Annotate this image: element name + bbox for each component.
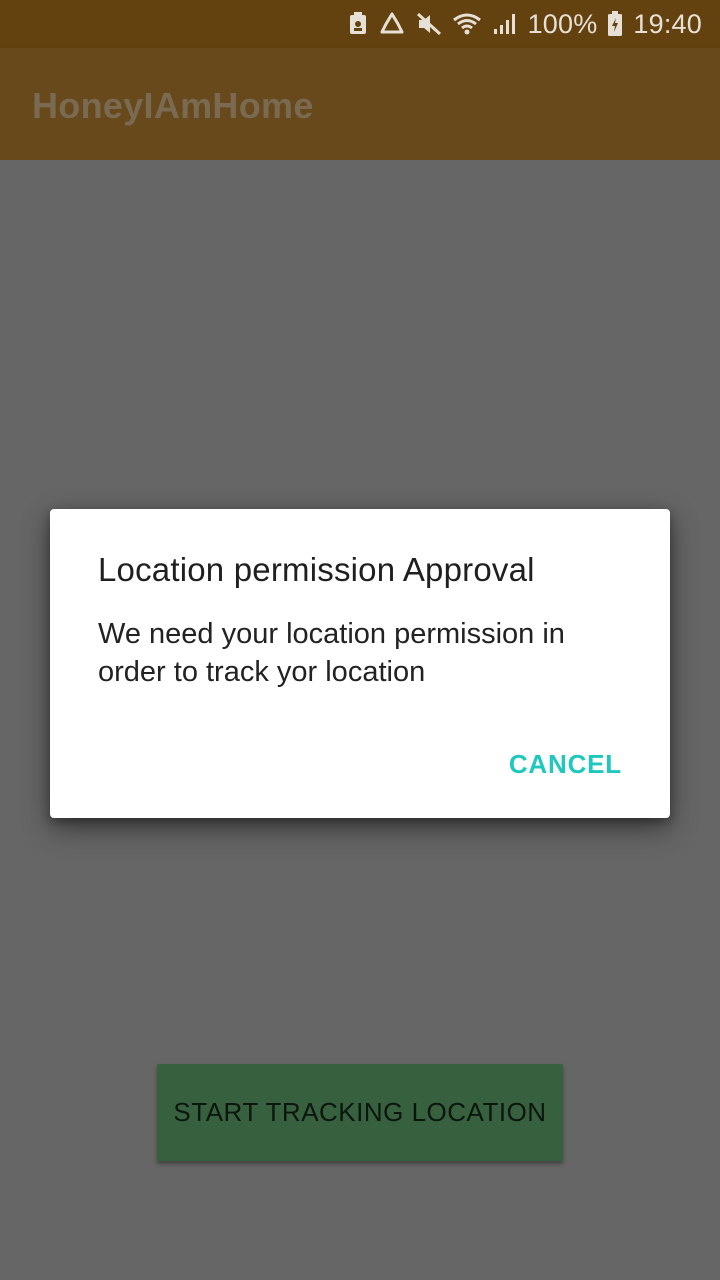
start-tracking-button[interactable]: START TRACKING LOCATION (157, 1064, 563, 1161)
mute-icon (416, 10, 442, 38)
wifi-icon (452, 10, 482, 38)
dialog-title: Location permission Approval (98, 551, 535, 588)
clock: 19:40 (633, 8, 702, 39)
permission-dialog: Location permission Approval We need you… (50, 509, 670, 818)
android-debug-icon (348, 10, 368, 38)
app-bar: HoneyIAmHome (0, 48, 720, 160)
status-icons: 100% 19:40 (348, 0, 702, 48)
cancel-button[interactable]: CANCEL (501, 739, 630, 789)
battery-charging-icon (607, 10, 623, 38)
signal-icon (492, 10, 518, 38)
recycle-icon (378, 10, 406, 38)
status-bar: 100% 19:40 (0, 0, 720, 48)
battery-percent: 100% (527, 8, 598, 39)
dialog-message: We need your location permission in orde… (98, 618, 565, 688)
app-title: HoneyIAmHome (32, 85, 314, 126)
